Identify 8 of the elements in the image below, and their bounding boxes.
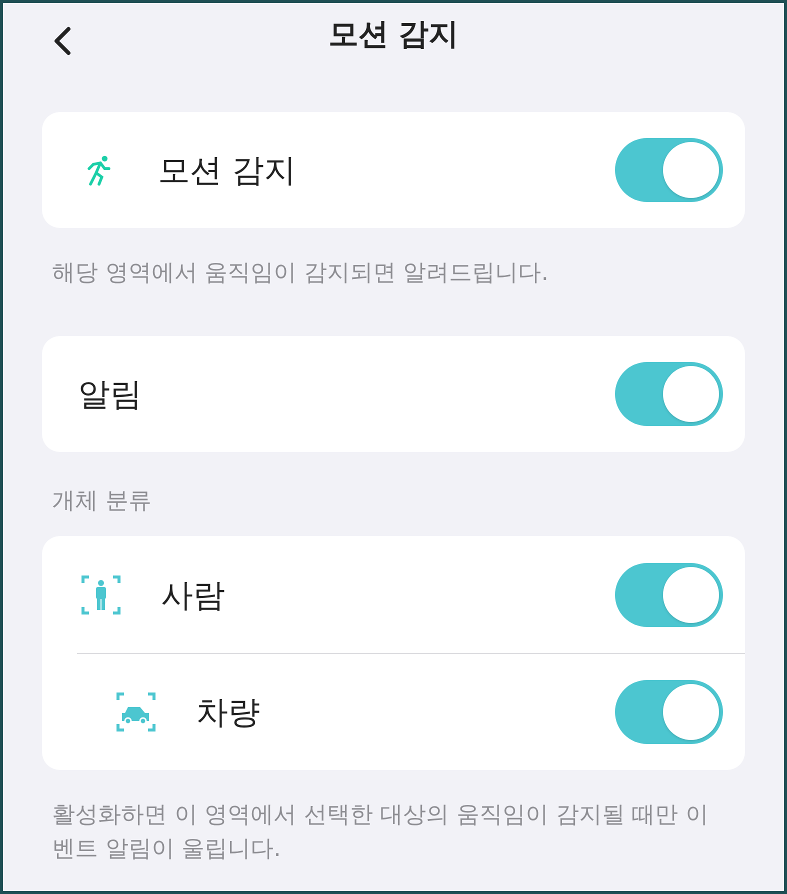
setting-label: 알림 bbox=[78, 374, 143, 414]
setting-label: 차량 bbox=[196, 692, 261, 733]
section-heading: 개체 분류 bbox=[52, 486, 152, 516]
page-title: 모션 감지 bbox=[328, 16, 459, 54]
description-text: 활성화하면 이 영역에서 선택한 대상의 움직임이 감지될 때만 이벤트 알림이 울립니다. bbox=[52, 801, 710, 864]
setting-label: 모션 감지 bbox=[158, 150, 298, 191]
setting-label: 사람 bbox=[161, 574, 226, 616]
description-text: 해당 영역에서 움직임이 감지되면 알려드립니다. bbox=[52, 259, 550, 288]
